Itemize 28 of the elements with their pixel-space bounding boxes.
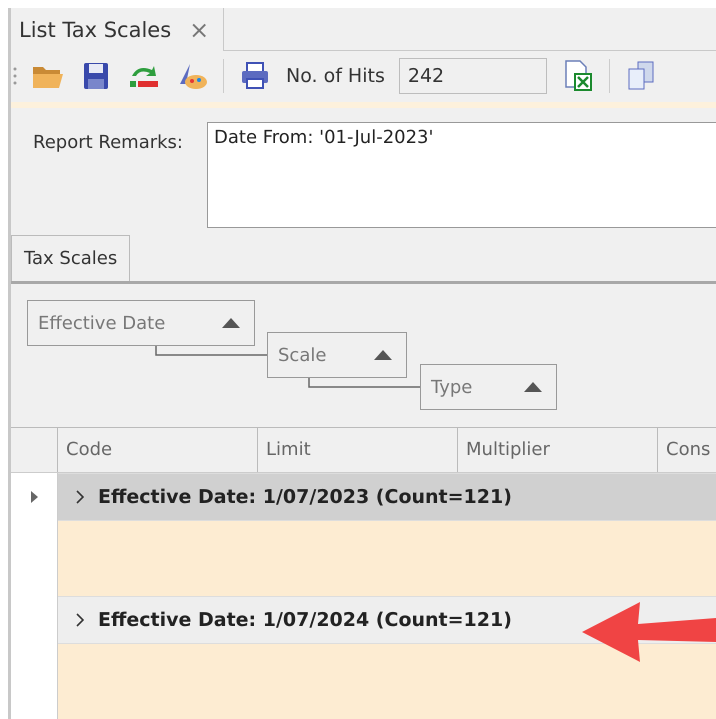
group-by-field[interactable]: Effective Date bbox=[27, 300, 255, 346]
sort-ascending-icon bbox=[222, 318, 240, 328]
column-header[interactable]: Code bbox=[57, 428, 257, 472]
group-label: Effective Date: 1/07/2023 (Count=121) bbox=[98, 486, 512, 508]
group-by-label: Type bbox=[431, 376, 472, 398]
expand-icon[interactable] bbox=[76, 613, 84, 627]
column-header[interactable]: Limit bbox=[257, 428, 457, 472]
group-by-field[interactable]: Type bbox=[420, 364, 557, 410]
column-header[interactable]: Cons bbox=[657, 428, 716, 472]
grip-icon bbox=[13, 66, 17, 86]
column-header[interactable]: Multiplier bbox=[457, 428, 657, 472]
group-by-label: Effective Date bbox=[38, 312, 166, 334]
expand-icon[interactable] bbox=[76, 490, 84, 504]
group-row[interactable]: Effective Date: 1/07/2024 (Count=121) bbox=[58, 596, 716, 644]
hits-field[interactable]: 242 bbox=[398, 58, 547, 94]
tab-title: List Tax Scales bbox=[19, 18, 172, 42]
hits-label: No. of Hits bbox=[286, 65, 385, 88]
group-by-label: Scale bbox=[278, 344, 326, 366]
group-label: Effective Date: 1/07/2024 (Count=121) bbox=[98, 609, 512, 631]
remarks-field[interactable]: Date From: '01-Jul-2023' bbox=[207, 122, 716, 228]
sort-ascending-icon bbox=[524, 382, 542, 392]
remarks-label: Report Remarks: bbox=[33, 132, 183, 154]
tab[interactable]: Tax Scales bbox=[11, 235, 130, 282]
sort-ascending-icon bbox=[374, 350, 392, 360]
group-by-field[interactable]: Scale bbox=[267, 332, 407, 378]
document-tab[interactable]: List Tax Scales × bbox=[11, 8, 224, 52]
group-row[interactable]: Effective Date: 1/07/2023 (Count=121) bbox=[58, 473, 716, 521]
close-button[interactable]: × bbox=[189, 16, 210, 44]
